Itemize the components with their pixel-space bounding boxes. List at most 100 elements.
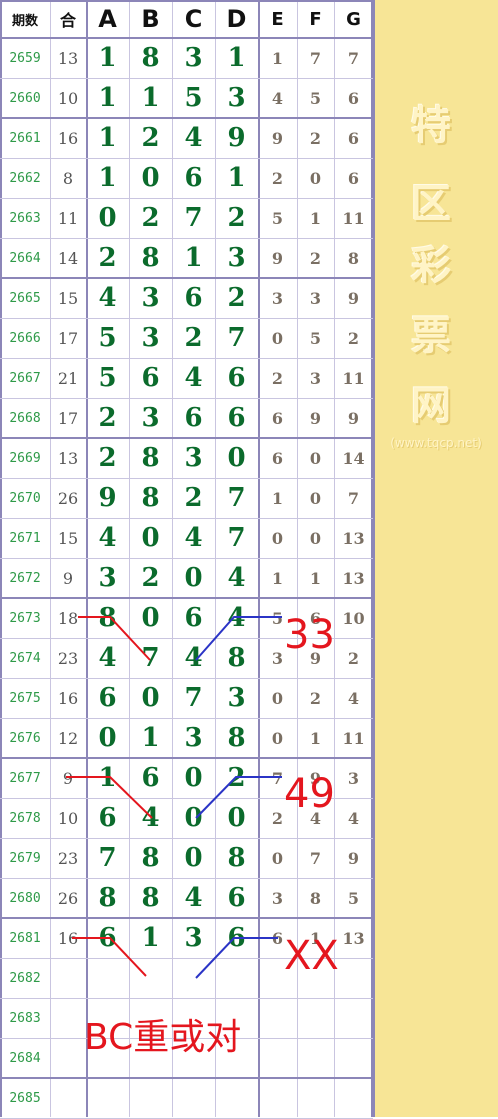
sum-cell: 15: [57, 528, 79, 548]
period-cell: 2680: [9, 890, 41, 906]
minor-digit-cell: 5: [271, 208, 284, 228]
main-digit-cell: 3: [141, 283, 160, 313]
main-digit-cell: 5: [184, 83, 203, 113]
minor-digit-cell: 1: [309, 728, 322, 748]
period-cell: 2668: [9, 410, 41, 426]
main-digit-cell: [129, 1078, 172, 1118]
minor-digit-cell: 9: [271, 248, 284, 268]
minor-digit-cell: 7: [347, 48, 360, 68]
minor-digit-cell: 6: [347, 88, 360, 108]
main-digit-cell: 2: [184, 323, 203, 353]
main-digit-cell: 8: [141, 883, 160, 913]
main-digit-cell: 7: [227, 523, 246, 553]
period-cell: 2670: [9, 490, 41, 506]
main-digit-cell: 6: [141, 763, 160, 793]
panel-border: [373, 0, 375, 1117]
main-digit-cell: 0: [98, 203, 117, 233]
main-digit-cell: 8: [98, 883, 117, 913]
period-cell: 2661: [9, 130, 41, 146]
grid-hline: [0, 277, 373, 279]
period-cell: 2675: [9, 690, 41, 706]
minor-digit-cell: 3: [347, 768, 360, 788]
table-row: 2676 12 0 1 3 8 0 1 11: [0, 718, 373, 758]
main-digit-cell: [172, 958, 215, 998]
table-row: 2668 17 2 3 6 6 6 9 9: [0, 398, 373, 438]
main-digit-cell: 1: [98, 123, 117, 153]
main-digit-cell: 9: [98, 483, 117, 513]
minor-digit-cell: 6: [271, 408, 284, 428]
minor-digit-cell: 13: [342, 568, 365, 588]
main-digit-cell: 4: [227, 603, 246, 633]
main-digit-cell: 2: [227, 203, 246, 233]
minor-digit-cell: 11: [342, 208, 365, 228]
main-digit-cell: 3: [184, 923, 203, 953]
main-digit-cell: 7: [141, 643, 160, 673]
main-digit-cell: 1: [141, 83, 160, 113]
minor-digit-cell: 1: [309, 208, 322, 228]
period-cell: 2673: [9, 610, 41, 626]
main-digit-cell: 3: [227, 83, 246, 113]
table-row: 2672 9 3 2 0 4 1 1 13: [0, 558, 373, 598]
main-digit-cell: 2: [98, 403, 117, 433]
minor-digit-cell: 1: [271, 48, 284, 68]
main-digit-cell: [129, 958, 172, 998]
header-col-a: A: [98, 5, 117, 33]
main-digit-cell: 3: [227, 243, 246, 273]
main-digit-cell: 3: [141, 403, 160, 433]
period-cell: 2671: [9, 530, 41, 546]
main-digit-cell: 6: [227, 883, 246, 913]
minor-digit-cell: 0: [271, 688, 284, 708]
minor-digit-cell: 0: [309, 488, 322, 508]
grid-hline: [0, 358, 373, 359]
period-cell: 2677: [9, 770, 41, 786]
grid-hline: [0, 597, 373, 599]
period-cell: 2667: [9, 370, 41, 386]
minor-digit-cell: 0: [309, 168, 322, 188]
minor-digit-cell: 2: [309, 688, 322, 708]
main-digit-cell: 2: [141, 203, 160, 233]
grid-hline: [0, 998, 373, 999]
main-digit-cell: 4: [98, 643, 117, 673]
main-digit-cell: 1: [98, 43, 117, 73]
table-row: 2659 13 1 8 3 1 1 7 7: [0, 38, 373, 78]
header-col-d: D: [226, 5, 247, 33]
minor-digit-cell: 1: [271, 568, 284, 588]
main-digit-cell: 8: [98, 603, 117, 633]
period-cell: 2663: [9, 210, 41, 226]
sum-cell: 23: [57, 648, 79, 668]
main-digit-cell: 2: [184, 483, 203, 513]
minor-digit-cell: 3: [309, 288, 322, 308]
minor-digit-cell: 3: [309, 368, 322, 388]
main-digit-cell: [86, 958, 129, 998]
grid-hline: [0, 398, 373, 399]
minor-digit-cell: 9: [347, 288, 360, 308]
main-digit-cell: 8: [227, 843, 246, 873]
grid-hline: [0, 37, 373, 39]
period-cell: 2672: [9, 570, 41, 586]
minor-digit-cell: 4: [347, 808, 360, 828]
grid-hline: [0, 678, 373, 679]
period-cell: 2684: [9, 1050, 41, 1066]
period-cell: 2669: [9, 450, 41, 466]
main-digit-cell: 6: [141, 363, 160, 393]
table-row: 2679 23 7 8 0 8 0 7 9: [0, 838, 373, 878]
main-digit-cell: 4: [184, 523, 203, 553]
main-digit-cell: 0: [227, 443, 246, 473]
main-digit-cell: 0: [141, 683, 160, 713]
minor-digit-cell: [297, 998, 334, 1038]
minor-digit-cell: 9: [347, 408, 360, 428]
sum-cell: 9: [62, 568, 74, 588]
grid-hline: [0, 878, 373, 879]
period-cell: 2660: [9, 90, 41, 106]
main-digit-cell: 1: [98, 163, 117, 193]
period-cell: 2659: [9, 50, 41, 66]
table-row: 2666 17 5 3 2 7 0 5 2: [0, 318, 373, 358]
minor-digit-cell: 2: [309, 128, 322, 148]
period-cell: 2674: [9, 650, 41, 666]
header-col-c: C: [184, 5, 203, 33]
minor-digit-cell: 2: [271, 168, 284, 188]
minor-digit-cell: 2: [309, 248, 322, 268]
period-cell: 2685: [9, 1090, 41, 1106]
period-cell: 2664: [9, 250, 41, 266]
table-row: 2669 13 2 8 3 0 6 0 14: [0, 438, 373, 478]
